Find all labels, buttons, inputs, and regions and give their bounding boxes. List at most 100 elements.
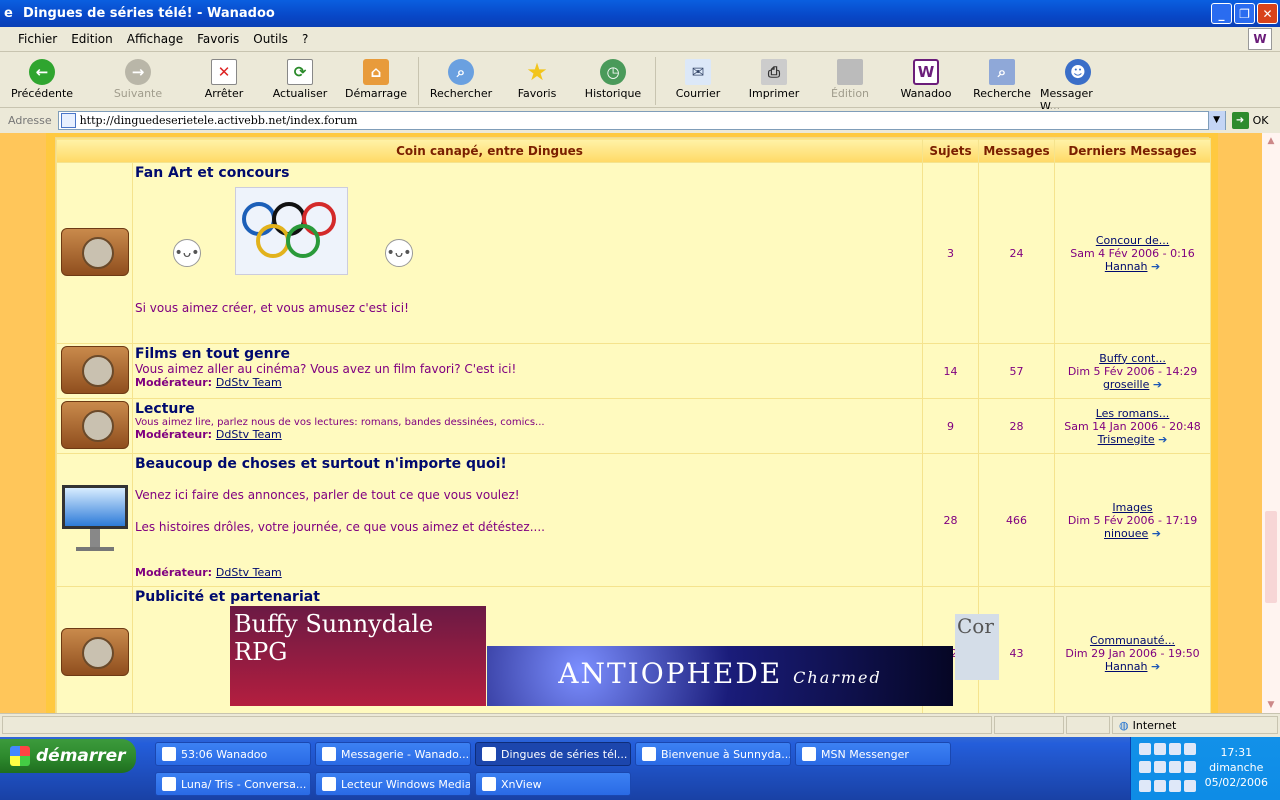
stop-button[interactable]: ✕ Arrêter <box>186 53 262 100</box>
last-post-link[interactable]: Buffy cont... <box>1099 352 1166 365</box>
task-messagerie[interactable]: Messagerie - Wanado... <box>315 742 471 766</box>
wanadoo-button[interactable]: W Wanadoo <box>888 53 964 100</box>
last-post-user[interactable]: Hannah <box>1105 660 1148 673</box>
search-button[interactable]: ⌕ Rechercher <box>423 53 499 100</box>
tray-icon[interactable] <box>1169 761 1181 774</box>
windows-logo-icon <box>10 746 30 766</box>
goto-arrow-icon[interactable]: ➔ <box>1158 433 1167 446</box>
forum-title-link[interactable]: Publicité et partenariat <box>135 589 920 605</box>
tray-icon[interactable] <box>1139 761 1151 774</box>
print-button[interactable]: ⎙ Imprimer <box>736 53 812 100</box>
tray-icon[interactable] <box>1154 761 1166 774</box>
forum-title-link[interactable]: Films en tout genre <box>135 346 920 362</box>
last-post-link[interactable]: Communauté... <box>1090 634 1175 647</box>
goto-arrow-icon[interactable]: ➔ <box>1153 378 1162 391</box>
edit-button[interactable]: Édition <box>812 53 888 100</box>
tray-icon[interactable] <box>1184 779 1196 792</box>
last-post-user[interactable]: Hannah <box>1105 260 1148 273</box>
window-title: Dingues de séries télé! - Wanadoo <box>23 6 275 21</box>
scroll-down-icon[interactable]: ▼ <box>1262 697 1280 713</box>
menu-favoris[interactable]: Favoris <box>197 32 239 46</box>
media-player-icon <box>322 777 336 791</box>
moderator-line: Modérateur: DdStv Team <box>135 376 282 389</box>
task-media-player[interactable]: Lecteur Windows Media <box>315 772 471 796</box>
forum-title-link[interactable]: Lecture <box>135 401 920 417</box>
ie-icon <box>642 747 656 761</box>
forum-title-link[interactable]: Fan Art et concours <box>135 165 920 181</box>
tray-icon[interactable] <box>1169 743 1181 755</box>
last-post: Communauté... Dim 29 Jan 2006 - 19:50 Ha… <box>1054 586 1212 713</box>
forum-title-link[interactable]: Beaucoup de choses et surtout n'importe … <box>135 456 920 472</box>
last-post: Images Dim 5 Fév 2006 - 17:19 ninouee ➔ <box>1054 453 1212 587</box>
vertical-scrollbar[interactable]: ▲ ▼ <box>1262 133 1280 713</box>
tray-icon[interactable] <box>1169 779 1181 792</box>
post-count: 466 <box>978 453 1056 587</box>
last-post-link[interactable]: Images <box>1112 501 1152 514</box>
goto-arrow-icon[interactable]: ➔ <box>1151 660 1160 673</box>
buffy-rpg-banner[interactable]: Buffy Sunnydale RPG <box>230 606 486 706</box>
messenger-icon: ☻ <box>1065 59 1091 85</box>
clock[interactable]: 17:31 dimanche 05/02/2006 <box>1205 745 1268 790</box>
go-button[interactable]: ➜ OK <box>1231 112 1268 129</box>
tray-icon[interactable] <box>1154 779 1166 792</box>
xnview-icon <box>482 777 496 791</box>
forum-description: Venez ici faire des annonces, parler de … <box>135 488 520 502</box>
back-arrow-icon: ← <box>29 59 55 85</box>
topic-count: 9 <box>922 398 980 454</box>
research-button[interactable]: ⌕ Recherche <box>964 53 1040 100</box>
refresh-icon: ⟳ <box>287 59 313 85</box>
close-button[interactable]: ✕ <box>1257 3 1278 24</box>
menu-help[interactable]: ? <box>302 32 308 46</box>
moderator-link[interactable]: DdStv Team <box>216 428 282 441</box>
address-dropdown-icon[interactable]: ▼ <box>1207 111 1225 130</box>
menu-outils[interactable]: Outils <box>253 32 288 46</box>
last-post-link[interactable]: Concour de... <box>1096 234 1169 247</box>
forum-description: Vous aimez lire, parlez nous de vos lect… <box>135 417 545 428</box>
history-button[interactable]: ◷ Historique <box>575 53 651 100</box>
partner-banner[interactable]: Cor <box>955 614 999 680</box>
menu-edition[interactable]: Edition <box>71 32 113 46</box>
minimize-button[interactable]: _ <box>1211 3 1232 24</box>
favorites-button[interactable]: ★ Favoris <box>499 53 575 100</box>
scroll-up-icon[interactable]: ▲ <box>1262 133 1280 149</box>
last-post-link[interactable]: Les romans... <box>1096 407 1170 420</box>
address-input[interactable]: http://dinguedeserietele.activebb.net/in… <box>57 111 1226 130</box>
tray-icon[interactable] <box>1139 779 1151 792</box>
tv-icon <box>60 628 129 676</box>
refresh-button[interactable]: ⟳ Actualiser <box>262 53 338 100</box>
task-xnview[interactable]: XnView <box>475 772 631 796</box>
last-post-user[interactable]: groseille <box>1103 378 1149 391</box>
star-icon: ★ <box>526 58 548 86</box>
tray-icon[interactable] <box>1184 761 1196 774</box>
task-luna[interactable]: Luna/ Tris - Conversa... <box>155 772 311 796</box>
task-wanadoo[interactable]: 53:06 Wanadoo <box>155 742 311 766</box>
tray-icon[interactable] <box>1154 743 1166 755</box>
moderator-link[interactable]: DdStv Team <box>216 566 282 579</box>
menu-fichier[interactable]: Fichier <box>18 32 57 46</box>
scroll-thumb[interactable] <box>1265 511 1277 603</box>
goto-arrow-icon[interactable]: ➔ <box>1152 527 1161 540</box>
page-icon <box>60 113 76 128</box>
home-button[interactable]: ⌂ Démarrage <box>338 53 414 100</box>
mail-button[interactable]: ✉ Courrier <box>660 53 736 100</box>
go-arrow-icon: ➜ <box>1231 112 1249 129</box>
antiophede-banner[interactable]: ANTIOPHEDE Charmed <box>487 646 953 706</box>
moderator-link[interactable]: DdStv Team <box>216 376 282 389</box>
globe-icon: ◍ <box>1119 718 1129 732</box>
messenger-button[interactable]: ☻ Messager W... <box>1040 53 1116 113</box>
tray-icon[interactable] <box>1184 743 1196 755</box>
forward-button[interactable]: → Suivante <box>100 53 176 100</box>
task-msn[interactable]: MSN Messenger <box>795 742 951 766</box>
last-post-user[interactable]: Trismegite <box>1098 433 1155 446</box>
forum-description: Si vous aimez créer, et vous amusez c'es… <box>135 301 409 315</box>
last-post-user[interactable]: ninouee <box>1104 527 1148 540</box>
tray-icon[interactable] <box>1139 743 1151 755</box>
system-tray: 17:31 dimanche 05/02/2006 <box>1130 737 1280 800</box>
task-dingues[interactable]: Dingues de séries tél... <box>475 742 631 766</box>
menu-affichage[interactable]: Affichage <box>127 32 183 46</box>
back-button[interactable]: ← Précédente <box>4 53 80 100</box>
goto-arrow-icon[interactable]: ➔ <box>1151 260 1160 273</box>
start-button[interactable]: démarrer <box>0 739 136 773</box>
task-sunnydale[interactable]: Bienvenue à Sunnyda... <box>635 742 791 766</box>
maximize-button[interactable]: ❐ <box>1234 3 1255 24</box>
